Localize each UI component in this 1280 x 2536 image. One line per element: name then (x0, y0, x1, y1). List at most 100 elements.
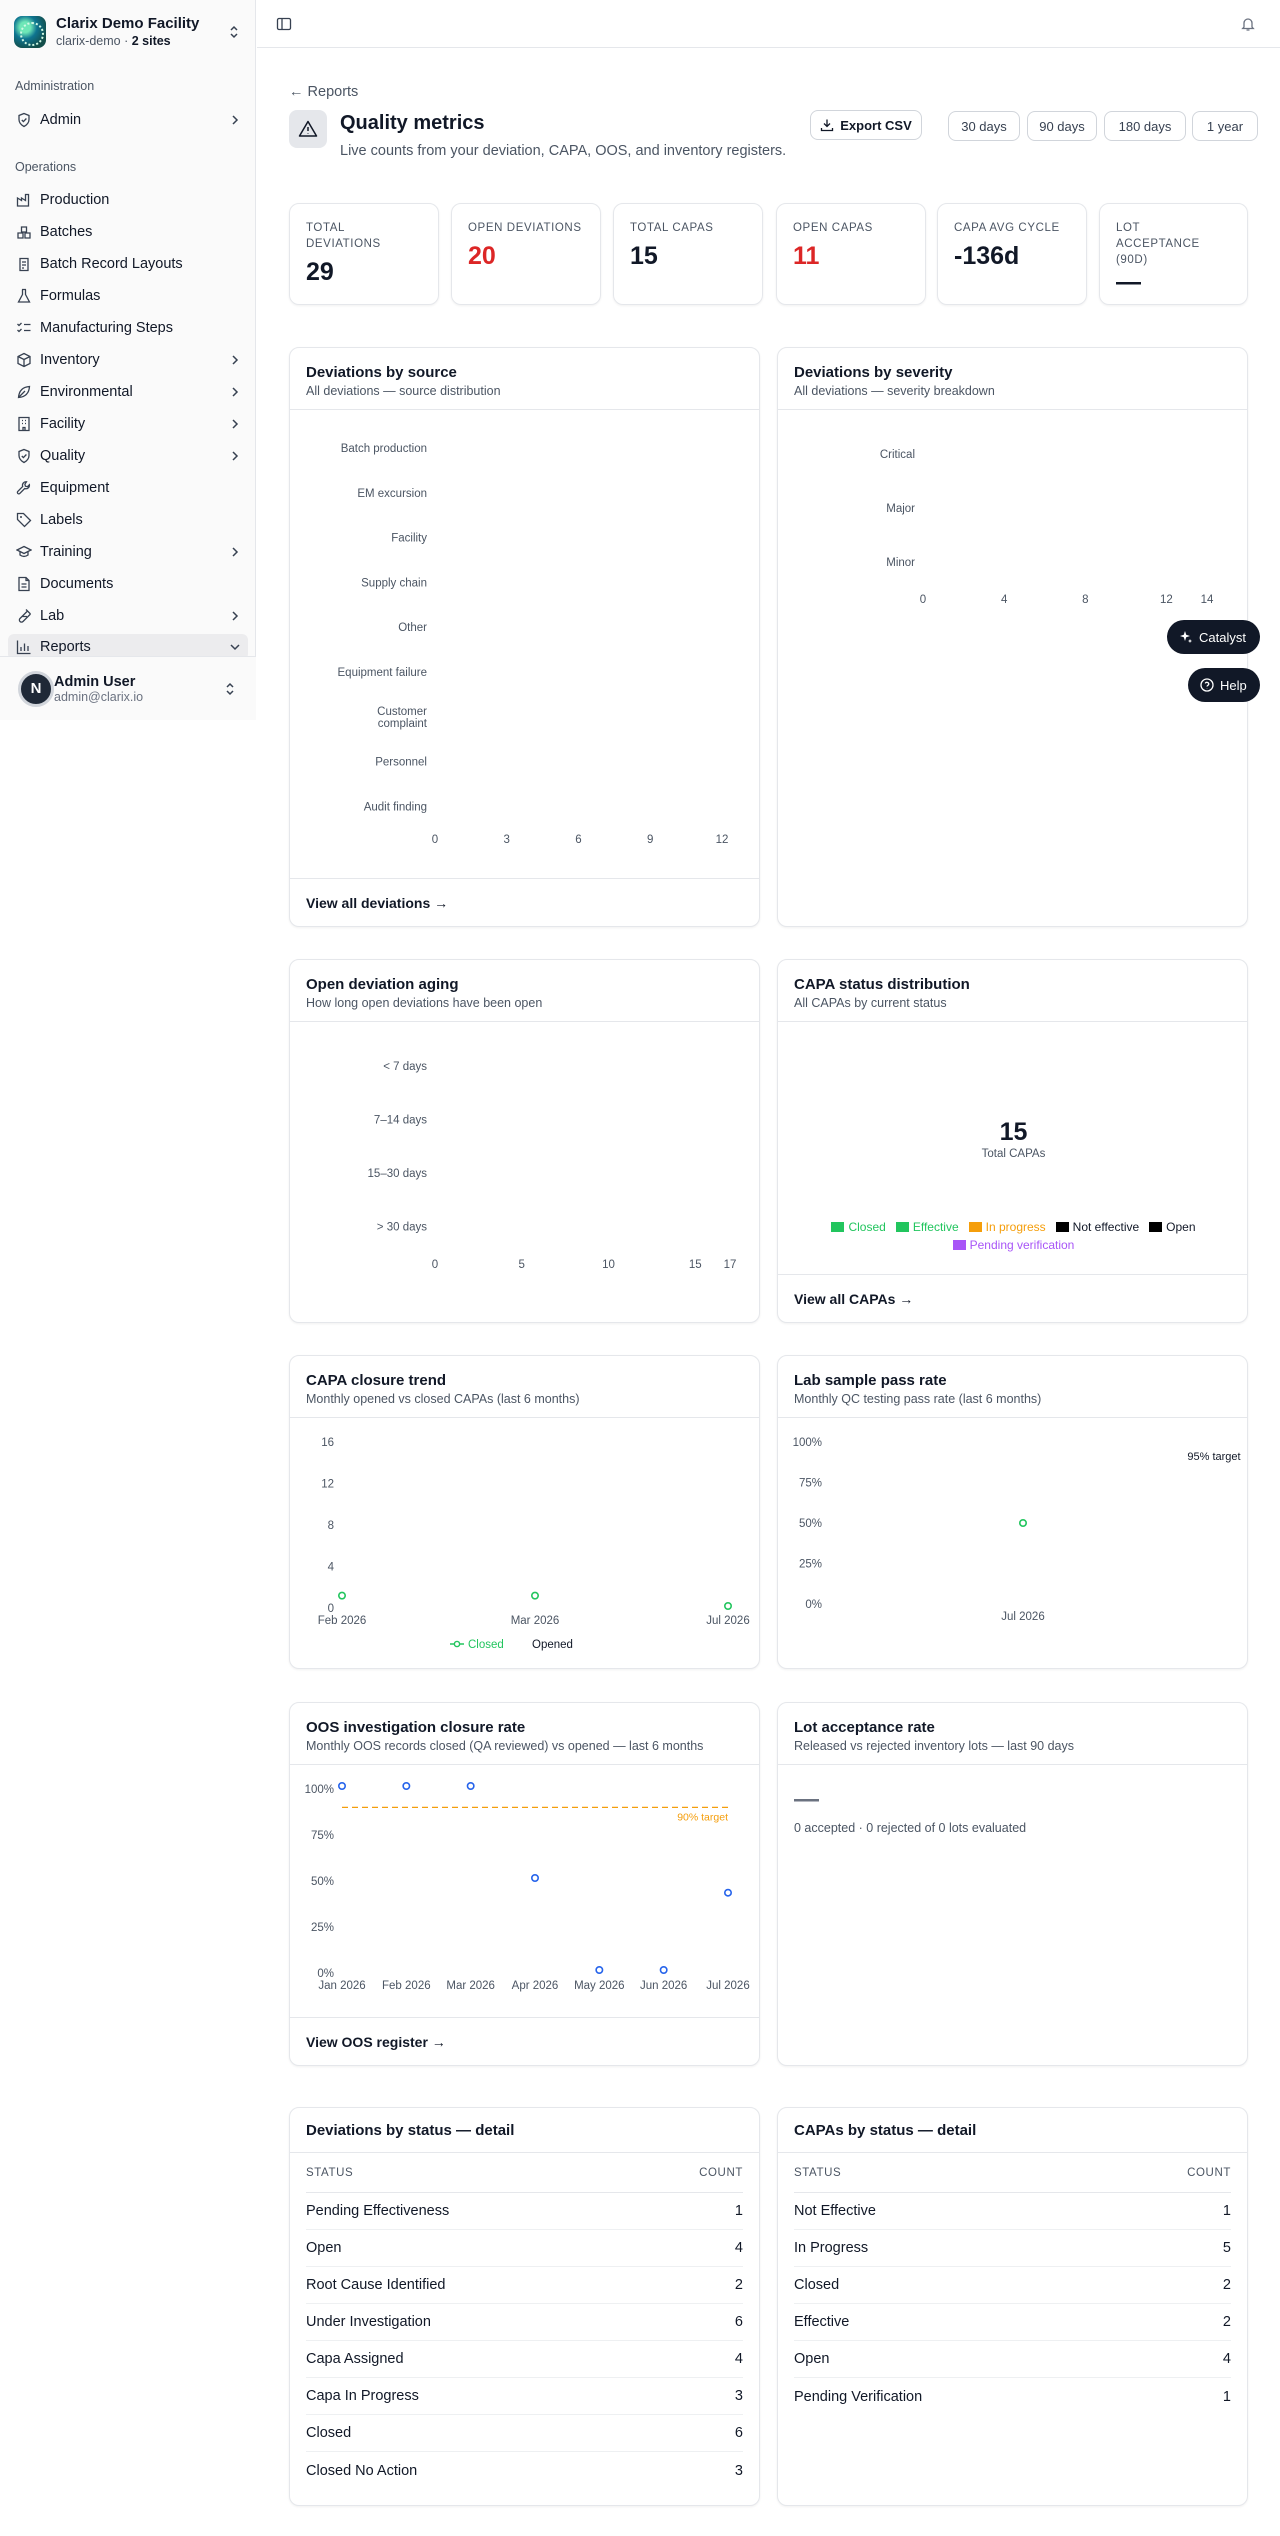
y-tick-label: 100% (305, 1784, 334, 1796)
category-label: Other (398, 622, 427, 634)
kpi-value: 11 (793, 242, 820, 270)
bell-icon (1241, 18, 1255, 31)
sidebar-item-equipment[interactable]: Equipment (8, 474, 248, 502)
sidebar-item-training[interactable]: Training (8, 538, 248, 566)
table-row: Root Cause Identified 2 (306, 2267, 743, 2304)
org-switcher[interactable]: Clarix Demo Facility clarix-demo · 2 sit… (14, 12, 242, 52)
data-point (466, 1781, 475, 1790)
data-point (723, 1602, 732, 1611)
sidebar-item-formulas[interactable]: Formulas (8, 282, 248, 310)
chevron-right-icon (232, 355, 239, 365)
legend-item: Open (1149, 1220, 1196, 1234)
sidebar-item-inventory[interactable]: Inventory (8, 346, 248, 374)
admin-section-label: Administration (15, 79, 95, 93)
sidebar-item-facility[interactable]: Facility (8, 410, 248, 438)
panel-subtitle: All deviations — severity breakdown (794, 384, 995, 398)
range-90-days-button[interactable]: 90 days (1027, 111, 1097, 141)
lot-acceptance-value: — (794, 1785, 819, 1813)
sidebar-item-label: Inventory (40, 352, 100, 368)
shield-check-icon (18, 112, 30, 128)
panel-title: Open deviation aging (306, 976, 459, 993)
y-tick-label: 8 (328, 1520, 334, 1532)
view-oos-register-link[interactable]: View OOS register → (290, 2017, 759, 2065)
kpi-label: TOTAL CAPAS (630, 222, 714, 234)
sidebar-item-labels[interactable]: Labels (8, 506, 248, 534)
range-180-days-button[interactable]: 180 days (1104, 111, 1186, 141)
legend-label: Open (1166, 1220, 1196, 1234)
table-row: Capa Assigned 4 (306, 2341, 743, 2378)
table-row: Capa In Progress 3 (306, 2378, 743, 2415)
sidebar-item-environmental[interactable]: Environmental (8, 378, 248, 406)
export-csv-button[interactable]: Export CSV (810, 110, 922, 140)
table-row: Open 4 (794, 2341, 1231, 2378)
user-name: Admin User (54, 673, 136, 690)
data-point (402, 1781, 411, 1790)
status-cell: Under Investigation (306, 2314, 431, 2330)
count-cell: 4 (734, 2240, 743, 2256)
legend-item: Closed (831, 1220, 886, 1234)
chevrons-up-down-icon (230, 25, 238, 39)
org-subtitle: clarix-demo · 2 sites (56, 33, 226, 49)
sidebar-item-documents[interactable]: Documents (8, 570, 248, 598)
chevron-right-icon (232, 547, 239, 557)
y-tick-label: 75% (311, 1830, 334, 1842)
y-tick-label: 4 (328, 1562, 335, 1574)
count-cell: 1 (734, 2203, 743, 2219)
y-tick-label: 12 (321, 1479, 334, 1491)
x-tick-label: Jul 2026 (706, 1980, 749, 1992)
kpi-open-capas: OPEN CAPAS 11 (776, 203, 926, 305)
file-text-icon (18, 576, 30, 592)
x-tick-label: May 2026 (574, 1980, 625, 1992)
table-row: Pending Effectiveness 1 (306, 2193, 743, 2230)
panel-subtitle: Released vs rejected inventory lots — la… (794, 1739, 1074, 1753)
y-tick-label: 50% (311, 1876, 334, 1888)
capa-total-label: Total CAPAs (981, 1148, 1046, 1160)
table-row: Closed 2 (794, 2267, 1231, 2304)
sidebar-item-batches[interactable]: Batches (8, 218, 248, 246)
sidebar-item-manufacturing-steps[interactable]: Manufacturing Steps (8, 314, 248, 342)
target-label: 90% target (677, 1811, 728, 1823)
capa-status-legend: Closed Effective In progress Not effective O… (823, 1220, 1204, 1252)
legend-label: Opened (532, 1639, 573, 1651)
count-cell: 3 (734, 2462, 743, 2479)
y-tick-label: 16 (321, 1437, 334, 1449)
sidebar-toggle-button[interactable] (270, 10, 298, 38)
view-all-deviations-link[interactable]: View all deviations → (290, 878, 759, 926)
sidebar-item-batch-record-layouts[interactable]: Batch Record Layouts (8, 250, 248, 278)
panel-title: Deviations by source (306, 364, 457, 381)
kpi-total-deviations: TOTAL DEVIATIONS 29 (289, 203, 439, 305)
legend-swatch (831, 1222, 845, 1232)
status-cell: Open (306, 2240, 342, 2256)
x-tick-label: 17 (724, 1259, 737, 1271)
status-cell: Root Cause Identified (306, 2277, 446, 2293)
legend-label: Not effective (1072, 1220, 1140, 1234)
sidebar-item-label: Labels (40, 512, 83, 528)
legend-item: Pending verification (952, 1238, 1074, 1252)
kpi-total-capas: TOTAL CAPAS 15 (613, 203, 763, 305)
sidebar-item-quality[interactable]: Quality (8, 442, 248, 470)
table-row: Closed 6 (306, 2415, 743, 2452)
back-to-reports-link[interactable]: ← Reports (289, 84, 358, 100)
category-label: > 30 days (377, 1222, 427, 1234)
oos-closure-rate-panel: OOS investigation closure rate Monthly O… (289, 1702, 760, 2066)
view-all-capas-link[interactable]: View all CAPAs → (778, 1274, 1247, 1322)
range-30-days-button[interactable]: 30 days (948, 111, 1020, 141)
panel-subtitle: Monthly QC testing pass rate (last 6 mon… (794, 1392, 1042, 1406)
sidebar-item-production[interactable]: Production (8, 186, 248, 214)
count-cell: 2 (1222, 2277, 1231, 2293)
kpi-value: 15 (630, 242, 658, 270)
range-1-year-button[interactable]: 1 year (1192, 111, 1258, 141)
notifications-button[interactable] (1234, 10, 1262, 38)
x-tick-label: 0 (920, 594, 926, 606)
category-label: Major (886, 503, 915, 515)
category-label: < 7 days (383, 1061, 427, 1073)
sidebar-item-lab[interactable]: Lab (8, 602, 248, 630)
help-button[interactable]: Help (1188, 668, 1260, 702)
count-column-header: COUNT (699, 2166, 743, 2179)
user-menu[interactable]: N Admin User admin@clarix.io (0, 656, 256, 720)
catalyst-button[interactable]: Catalyst (1167, 620, 1260, 654)
sidebar-item-admin[interactable]: Admin (8, 106, 248, 134)
chevrons-up-down-icon (226, 682, 234, 695)
graduation-cap-icon (16, 545, 32, 557)
flask-icon (17, 288, 31, 303)
